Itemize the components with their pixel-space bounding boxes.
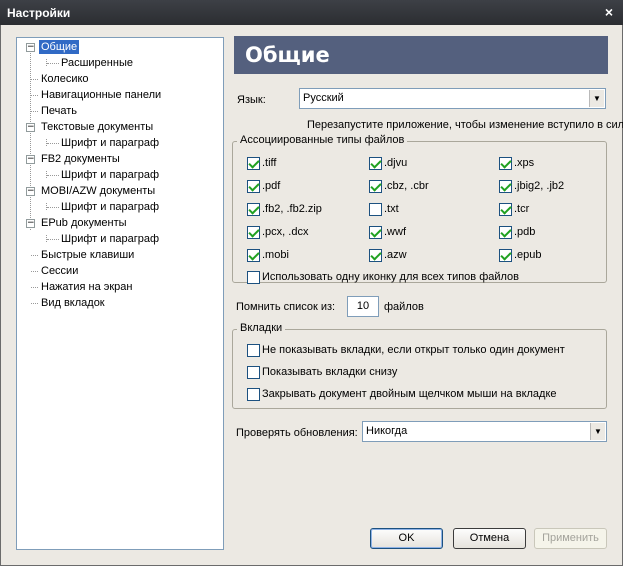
title-bar: Настройки × [0, 0, 623, 25]
single-icon-checkbox[interactable] [247, 271, 260, 284]
tree-item[interactable]: Быстрые клавиши [39, 248, 136, 262]
tree-item[interactable]: Шрифт и параграф [59, 200, 161, 214]
file-type-label: .tiff [262, 157, 277, 169]
tree-item[interactable]: Шрифт и параграф [59, 168, 161, 182]
file-type-label: .txt [384, 203, 399, 215]
tree-item[interactable]: Печать [39, 104, 79, 118]
file-type-checkbox[interactable] [369, 157, 382, 170]
ok-button[interactable]: OK [370, 528, 443, 549]
minus-icon[interactable]: − [26, 123, 35, 132]
file-type-checkbox[interactable] [247, 203, 260, 216]
tree-connector [31, 255, 38, 256]
file-type-checkbox[interactable] [499, 226, 512, 239]
tree-item[interactable]: EPub документы [39, 216, 129, 230]
tree-guide-line [30, 47, 31, 230]
tree-item[interactable]: Шрифт и параграф [59, 232, 161, 246]
tree-item[interactable]: Шрифт и параграф [59, 136, 161, 150]
tree-item[interactable]: Текстовые документы [39, 120, 155, 134]
updates-value: Никогда [366, 425, 408, 437]
file-type-label: .xps [514, 157, 535, 169]
file-type-checkbox[interactable] [247, 157, 260, 170]
file-type-label: .cbz, .cbr [384, 180, 429, 192]
file-type-label: .pdf [262, 180, 281, 192]
close-icon[interactable]: × [601, 4, 617, 20]
window-title: Настройки [7, 6, 71, 20]
tree-connector [47, 63, 59, 64]
language-select[interactable]: Русский ▼ [299, 88, 606, 109]
chevron-down-icon[interactable]: ▼ [590, 423, 605, 440]
file-type-checkbox[interactable] [247, 226, 260, 239]
file-type-label: .epub [514, 249, 542, 261]
file-type-label: .pcx, .dcx [262, 226, 309, 238]
tree-item[interactable]: MOBI/AZW документы [39, 184, 157, 198]
client-area: − Общие Расширенные Колесико Навигационные п… [0, 25, 623, 566]
tree-connector [47, 207, 59, 208]
file-types-legend: Ассоциированные типы файлов [237, 134, 408, 146]
tabs-option-checkbox[interactable] [247, 366, 260, 379]
tabs-option-checkbox[interactable] [247, 344, 260, 357]
updates-select[interactable]: Никогда ▼ [362, 421, 607, 442]
tree-item[interactable]: Расширенные [59, 56, 135, 70]
tabs-option-label: Показывать вкладки снизу [262, 366, 398, 378]
chevron-down-icon[interactable]: ▼ [589, 90, 604, 107]
tabs-option-checkbox[interactable] [247, 388, 260, 401]
language-value: Русский [303, 92, 344, 104]
settings-tree[interactable]: − Общие Расширенные Колесико Навигационные п… [16, 37, 224, 550]
file-type-checkbox[interactable] [369, 249, 382, 262]
minus-icon[interactable]: − [26, 187, 35, 196]
file-type-checkbox[interactable] [499, 249, 512, 262]
tree-connector [47, 175, 59, 176]
tabs-option-label: Не показывать вкладки, если открыт тольк… [262, 344, 565, 356]
tree-item[interactable]: Колесико [39, 72, 91, 86]
minus-icon[interactable]: − [26, 43, 35, 52]
tree-connector [31, 95, 38, 96]
tree-connector [31, 79, 38, 80]
file-type-checkbox[interactable] [247, 249, 260, 262]
tree-connector [31, 271, 38, 272]
tree-connector [31, 303, 38, 304]
settings-window: Настройки × − Общие Расширенные Колесико Нав… [0, 0, 623, 566]
file-type-label: .wwf [384, 226, 406, 238]
file-type-checkbox[interactable] [499, 203, 512, 216]
tree-connector [47, 143, 59, 144]
tree-connector [31, 287, 38, 288]
tree-item[interactable]: Сессии [39, 264, 80, 278]
tabs-option-label: Закрывать документ двойным щелчком мыши … [262, 388, 557, 400]
apply-button[interactable]: Применить [534, 528, 607, 549]
recent-prefix-label: Помнить список из: [236, 301, 336, 313]
restart-note: Перезапустите приложение, чтобы изменени… [307, 119, 623, 131]
file-type-label: .pdb [514, 226, 536, 238]
updates-label: Проверять обновления: [236, 427, 358, 439]
file-type-checkbox[interactable] [369, 180, 382, 193]
file-type-label: .jbig2, .jb2 [514, 180, 565, 192]
file-type-label: .mobi [262, 249, 289, 261]
tree-item[interactable]: Вид вкладок [39, 296, 107, 310]
tree-connector [47, 239, 59, 240]
tree-item[interactable]: FB2 документы [39, 152, 122, 166]
tree-item[interactable]: Навигационные панели [39, 88, 163, 102]
page-title: Общие [234, 36, 608, 74]
cancel-button[interactable]: Отмена [453, 528, 526, 549]
minus-icon[interactable]: − [26, 155, 35, 164]
language-label: Язык: [237, 94, 266, 106]
file-type-label: .tcr [514, 203, 530, 215]
file-type-checkbox[interactable] [369, 203, 382, 216]
single-icon-label: Использовать одну иконку для всех типов … [262, 271, 520, 283]
tree-item[interactable]: Нажатия на экран [39, 280, 134, 294]
file-type-checkbox[interactable] [499, 157, 512, 170]
file-type-label: .djvu [384, 157, 408, 169]
file-type-checkbox[interactable] [499, 180, 512, 193]
file-type-label: .azw [384, 249, 407, 261]
recent-suffix-label: файлов [384, 301, 424, 313]
file-type-checkbox[interactable] [247, 180, 260, 193]
tree-connector [31, 111, 38, 112]
file-type-label: .fb2, .fb2.zip [262, 203, 322, 215]
recent-count-input[interactable]: 10 [347, 296, 379, 317]
tree-item[interactable]: Общие [39, 40, 80, 54]
file-type-checkbox[interactable] [369, 226, 382, 239]
tabs-legend: Вкладки [237, 322, 286, 334]
minus-icon[interactable]: − [26, 219, 35, 228]
